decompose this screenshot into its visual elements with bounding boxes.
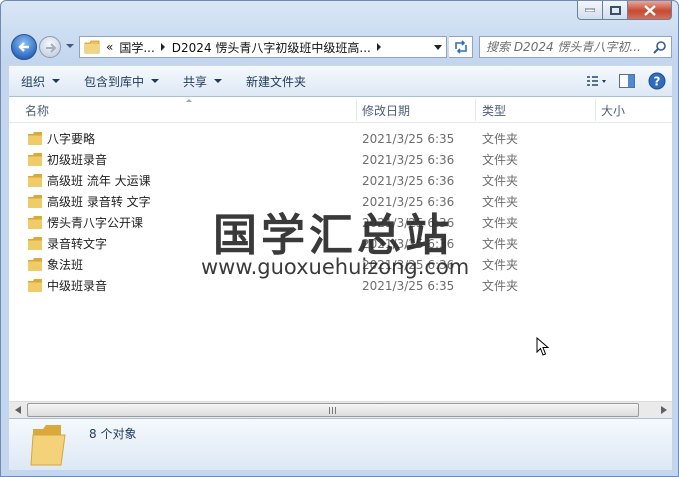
folder-icon: [28, 132, 42, 145]
breadcrumb-item[interactable]: 国学...: [119, 39, 154, 56]
search-icon[interactable]: [653, 40, 667, 54]
file-date: 2021/3/25 6:35: [362, 132, 455, 146]
refresh-button[interactable]: [449, 36, 473, 58]
new-folder-button[interactable]: 新建文件夹: [234, 66, 318, 96]
refresh-icon: [454, 40, 467, 54]
file-type: 文件夹: [482, 132, 519, 146]
column-header-date[interactable]: 修改日期: [354, 97, 474, 123]
scroll-left-button[interactable]: [9, 402, 26, 418]
folder-icon: [28, 216, 42, 229]
file-name: 录音转文字: [47, 237, 108, 251]
preview-pane-icon: [619, 74, 635, 88]
recent-pages-dropdown[interactable]: [65, 41, 75, 51]
chevron-right-icon[interactable]: [376, 43, 381, 51]
change-view-button[interactable]: [582, 66, 612, 96]
file-type: 文件夹: [482, 237, 519, 251]
minimize-icon: [585, 8, 595, 12]
organize-menu[interactable]: 组织: [9, 66, 72, 96]
chevron-down-icon: [52, 79, 61, 83]
file-name: 象法班: [47, 258, 84, 272]
folder-icon: [28, 258, 42, 271]
column-header-type[interactable]: 类型: [474, 97, 594, 123]
command-bar: 组织 包含到库中 共享 新建文件夹 ?: [9, 65, 672, 97]
file-name: 高级班 流年 大运课: [47, 174, 151, 188]
file-date: 2021/3/25 6:35: [362, 279, 455, 293]
help-icon: ?: [648, 72, 666, 90]
include-in-library-menu[interactable]: 包含到库中: [72, 66, 171, 96]
navigation-row: « 国学... D2024 愣头青八字初级班中级班高...: [9, 33, 672, 61]
mouse-cursor-icon: [536, 337, 550, 356]
item-count: 8 个对象: [89, 427, 137, 441]
folder-icon: [28, 174, 42, 187]
chevron-down-icon: [434, 44, 442, 50]
file-name: 高级班 录音转 文字: [47, 195, 151, 209]
folder-icon: [28, 195, 42, 208]
svg-text:?: ?: [654, 75, 661, 89]
folder-icon: [28, 237, 42, 250]
address-bar[interactable]: « 国学... D2024 愣头青八字初级班中级班高...: [79, 36, 447, 58]
file-name: 八字要略: [47, 132, 96, 146]
grip-icon: [328, 406, 338, 414]
chevron-down-icon: [214, 79, 223, 83]
details-pane: 8 个对象: [9, 418, 672, 470]
close-button[interactable]: [628, 1, 672, 20]
file-row[interactable]: 高级班 流年 大运课 2021/3/25 6:36 文件夹: [9, 171, 672, 192]
forward-button[interactable]: [39, 36, 61, 58]
folder-icon: [28, 279, 42, 292]
scrollbar-thumb[interactable]: [27, 403, 639, 417]
breadcrumb-item[interactable]: D2024 愣头青八字初级班中级班高...: [172, 39, 371, 56]
file-type: 文件夹: [482, 174, 519, 188]
arrow-right-icon: [46, 43, 57, 53]
file-name: 初级班录音: [47, 153, 108, 167]
file-date: 2021/3/25 6:36: [362, 153, 455, 167]
file-type: 文件夹: [482, 195, 519, 209]
folder-icon: [28, 153, 42, 166]
address-dropdown-button[interactable]: [430, 37, 446, 57]
share-menu[interactable]: 共享: [171, 66, 234, 96]
file-row[interactable]: 中级班录音 2021/3/25 6:35 文件夹: [9, 276, 672, 297]
watermark-url: www.guoxuehuizong.com: [201, 255, 470, 279]
arrow-left-icon: [18, 42, 29, 52]
file-type: 文件夹: [482, 279, 519, 293]
triangle-left-icon: [14, 406, 21, 414]
close-icon: [643, 4, 656, 16]
watermark-title: 国学汇总站: [213, 210, 453, 261]
maximize-icon: [609, 5, 621, 15]
folder-large-icon: [30, 425, 66, 466]
folder-icon: [84, 40, 100, 54]
preview-pane-button[interactable]: [612, 66, 642, 96]
column-header-name[interactable]: 名称: [17, 97, 357, 123]
address-overflow[interactable]: «: [106, 40, 113, 54]
chevron-down-icon: [151, 79, 160, 83]
scroll-right-button[interactable]: [655, 402, 672, 418]
minimize-button[interactable]: [577, 1, 603, 20]
file-type: 文件夹: [482, 216, 519, 230]
maximize-button[interactable]: [603, 1, 628, 20]
chevron-right-icon[interactable]: [160, 43, 165, 51]
column-header-row: 名称 修改日期 类型 大小: [9, 97, 672, 123]
include-in-library-label: 包含到库中: [84, 74, 145, 89]
file-date: 2021/3/25 6:36: [362, 174, 455, 188]
help-button[interactable]: ?: [642, 66, 672, 96]
file-name: 中级班录音: [47, 279, 108, 293]
file-name: 愣头青八字公开课: [47, 216, 144, 230]
file-row[interactable]: 八字要略 2021/3/25 6:35 文件夹: [9, 129, 672, 150]
file-row[interactable]: 初级班录音 2021/3/25 6:36 文件夹: [9, 150, 672, 171]
share-label: 共享: [183, 74, 208, 89]
explorer-window: « 国学... D2024 愣头青八字初级班中级班高... 组织: [0, 0, 679, 477]
file-type: 文件夹: [482, 258, 519, 272]
search-input[interactable]: [480, 37, 648, 57]
new-folder-label: 新建文件夹: [246, 74, 307, 89]
caption-buttons: [577, 1, 672, 20]
organize-label: 组织: [21, 74, 46, 89]
command-bar-right: ?: [582, 66, 672, 96]
triangle-right-icon: [660, 406, 667, 414]
horizontal-scrollbar[interactable]: [9, 401, 672, 418]
column-header-size[interactable]: 大小: [593, 97, 671, 123]
file-type: 文件夹: [482, 153, 519, 167]
view-list-icon: [587, 76, 606, 86]
back-button[interactable]: [11, 34, 37, 60]
search-box[interactable]: [479, 36, 672, 58]
